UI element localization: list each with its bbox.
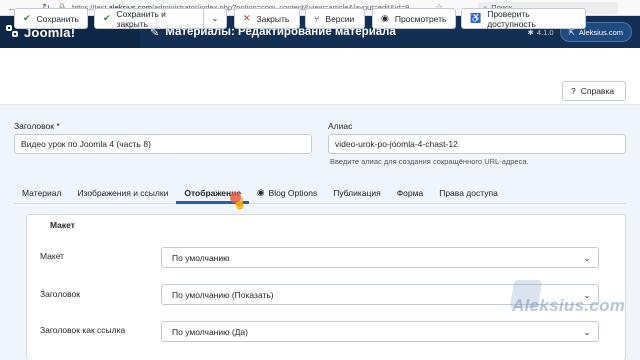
tab-blog-options[interactable]: ◉ Blog Options: [249, 182, 325, 203]
versions-icon: ⑂: [314, 13, 320, 24]
save-and-close-button[interactable]: ✔ Сохранить и закрыть: [94, 8, 204, 29]
help-button[interactable]: ? Справка: [562, 81, 626, 101]
check-accessibility-button[interactable]: ♿ Проверить доступность: [461, 8, 586, 29]
versions-button[interactable]: ⑂ Версии: [305, 8, 365, 29]
title-link-select[interactable]: По умолчанию (Да) ⌄: [161, 321, 599, 342]
title-link-label: Заголовок как ссылка: [40, 325, 126, 335]
tab-permissions[interactable]: Права доступа: [431, 182, 506, 203]
layout-label: Макет: [40, 251, 65, 261]
preview-button[interactable]: ◉ Просмотреть: [372, 8, 456, 29]
save-options-dropdown[interactable]: ⌄: [203, 8, 227, 29]
tab-article[interactable]: Материал: [14, 182, 69, 203]
save-button[interactable]: ✔ Сохранить: [14, 8, 88, 29]
article-tabs: Материал Изображения и ссылки Отображени…: [14, 182, 626, 204]
fieldset-legend: Макет: [50, 220, 75, 230]
tab-images-links[interactable]: Изображения и ссылки: [69, 182, 176, 203]
title-label: Заголовок *: [14, 121, 60, 131]
tab-form[interactable]: Форма: [389, 182, 432, 203]
alias-hint: Введите алиас для создания сокращённого …: [330, 157, 529, 166]
show-title-label: Заголовок: [40, 289, 80, 299]
alias-label: Алиас: [328, 121, 353, 131]
question-icon: ?: [571, 86, 576, 96]
close-button[interactable]: ✕ Закрыть: [234, 8, 300, 29]
toolbar: [0, 48, 640, 105]
save-icon: ✔: [23, 13, 31, 23]
close-icon: ✕: [243, 13, 251, 23]
alias-field[interactable]: video-urok-po-joomla-4-chast-12: [328, 134, 626, 154]
blog-eye-icon: ◉: [257, 187, 265, 197]
watermark-text: Aleksius.com: [512, 296, 626, 315]
save-close-icon: ✔: [103, 13, 111, 23]
chevron-down-icon: ⌄: [211, 14, 219, 23]
eye-icon: ◉: [381, 13, 389, 23]
layout-select[interactable]: По умолчанию ⌄: [161, 247, 599, 268]
tab-publishing[interactable]: Публикация: [325, 182, 389, 203]
accessibility-icon: ♿: [470, 13, 482, 23]
title-field[interactable]: Видео урок по Joomla 4 (часть 8): [14, 134, 312, 154]
chevron-down-icon: ⌄: [583, 327, 591, 337]
hand-cursor-icon: ☝: [233, 198, 247, 210]
chevron-down-icon: ⌄: [583, 253, 591, 263]
